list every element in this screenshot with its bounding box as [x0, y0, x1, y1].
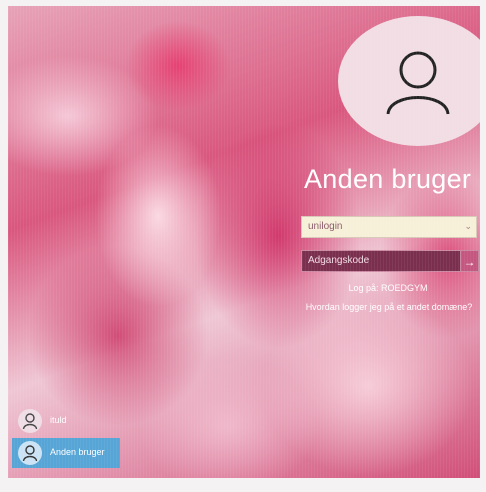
password-placeholder: Adgangskode	[308, 255, 370, 266]
password-field[interactable]: Adgangskode	[301, 250, 461, 272]
user-icon	[18, 441, 42, 465]
user-switch-item-selected[interactable]: Anden bruger	[12, 438, 120, 468]
username-field[interactable]: unilogin ⌄	[301, 216, 477, 238]
user-icon	[386, 51, 450, 115]
user-switch-item[interactable]: ituld	[12, 406, 120, 436]
user-icon	[18, 409, 42, 433]
user-avatar	[338, 16, 480, 146]
other-domain-link[interactable]: Hvordan logger jeg på et andet domæne?	[294, 302, 480, 312]
lock-screen-background: Anden bruger unilogin ⌄ Adgangskode → Lo…	[8, 6, 480, 478]
user-switch-label: ituld	[50, 415, 67, 425]
user-switch-label: Anden bruger	[50, 447, 105, 457]
photo-frame: Anden bruger unilogin ⌄ Adgangskode → Lo…	[0, 0, 486, 492]
arrow-right-icon[interactable]: →	[461, 250, 479, 272]
username-field-value: unilogin	[308, 221, 343, 232]
username-title: Anden bruger	[304, 164, 472, 194]
chevron-down-icon[interactable]: ⌄	[464, 221, 472, 232]
logon-domain-text: Log på: ROEDGYM	[348, 283, 428, 293]
